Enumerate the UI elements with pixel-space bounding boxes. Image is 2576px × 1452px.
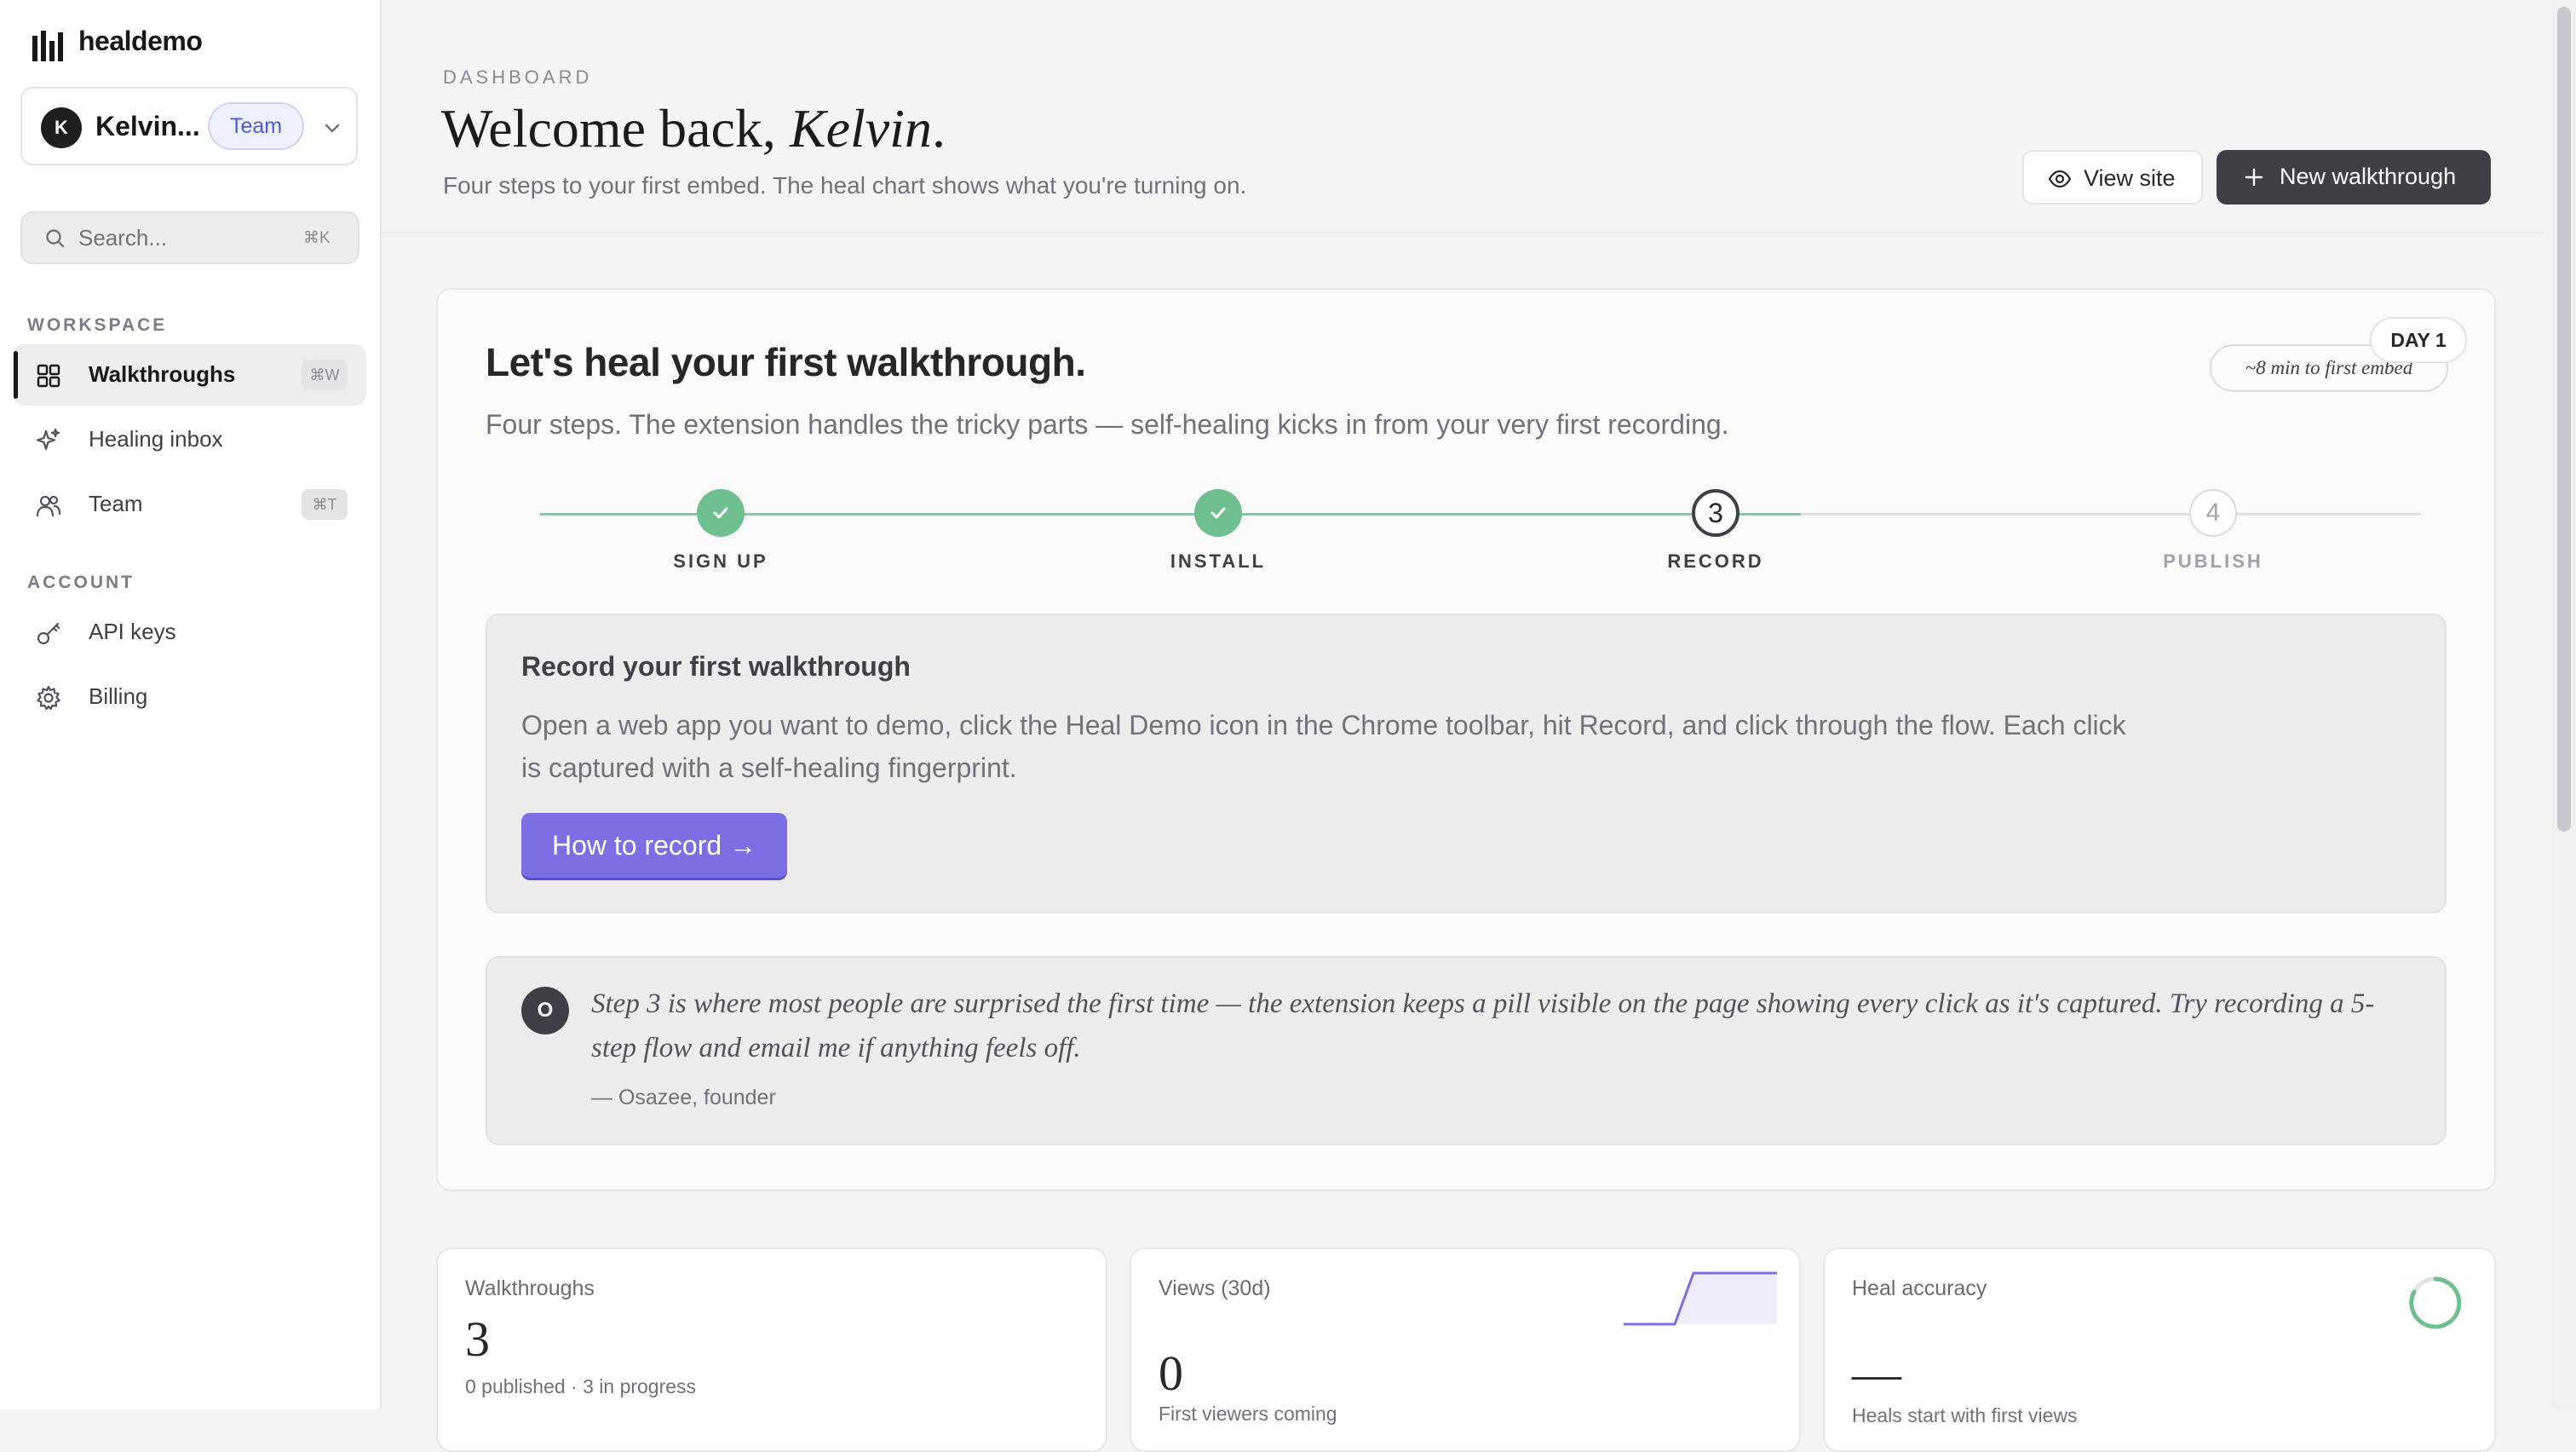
new-walkthrough-button[interactable]: New walkthrough <box>2217 150 2491 205</box>
users-icon <box>36 493 61 518</box>
team-shortcut: ⌘T <box>302 489 348 520</box>
onboarding-subtitle: Four steps. The extension handles the tr… <box>486 409 1729 440</box>
grid-icon <box>36 363 61 389</box>
avatar: K <box>41 107 82 148</box>
step-publish-label: PUBLISH <box>2163 550 2263 572</box>
key-icon <box>36 620 61 646</box>
current-step-title: Record your first walkthrough <box>521 651 911 682</box>
founder-quote-author: — Osazee, founder <box>591 1086 776 1109</box>
founder-note: O Step 3 is where most people are surpri… <box>486 956 2447 1145</box>
breadcrumb: DASHBOARD <box>443 66 593 88</box>
views-sparkline <box>1624 1271 1777 1328</box>
accuracy-ring-icon <box>2407 1275 2464 1331</box>
search-placeholder: Search... <box>78 225 168 251</box>
stat-note: 0 published · 3 in progress <box>465 1375 697 1397</box>
sidebar-item-label: Billing <box>89 683 148 709</box>
plus-icon <box>2244 167 2264 187</box>
onboarding-card: Let's heal your first walkthrough. Four … <box>436 288 2496 1191</box>
sparkle-icon <box>36 428 61 453</box>
sidebar-item-healing-inbox[interactable]: Healing inbox <box>12 409 366 470</box>
title-prefix: Welcome back, <box>441 98 776 158</box>
search-input[interactable]: Search... ⌘K <box>20 211 359 264</box>
walkthroughs-shortcut: ⌘W <box>302 360 348 390</box>
stat-label: Heal accuracy <box>1852 1276 1987 1300</box>
new-walkthrough-label: New walkthrough <box>2280 164 2457 189</box>
workspace-switcher[interactable]: K Kelvin... Team <box>20 87 358 165</box>
step-record-label: RECORD <box>1667 550 1764 572</box>
day-badge: DAY 1 <box>2370 317 2467 363</box>
stat-value: — <box>1852 1345 1901 1401</box>
step-install-label: INSTALL <box>1170 550 1267 572</box>
step-publish-number: 4 <box>2189 489 2237 537</box>
stat-card-heal-accuracy: Heal accuracy — Heals start with first v… <box>1823 1247 2496 1452</box>
search-shortcut: ⌘K <box>303 229 331 247</box>
sidebar-item-label: Healing inbox <box>89 426 223 452</box>
workspace-name: Kelvin... <box>95 111 200 141</box>
scrollbar-thumb[interactable] <box>2557 7 2571 832</box>
stat-card-walkthroughs: Walkthroughs 3 0 published · 3 in progre… <box>436 1247 1107 1452</box>
sidebar-item-label: Walkthroughs <box>89 361 236 387</box>
page-subtitle: Four steps to your first embed. The heal… <box>443 172 1247 199</box>
stat-label: Walkthroughs <box>465 1276 595 1300</box>
sidebar: healdemo K Kelvin... Team Search... ⌘K W… <box>0 0 382 1409</box>
current-step-panel: Record your first walkthrough Open a web… <box>486 614 2447 913</box>
view-site-label: View site <box>2084 165 2176 191</box>
stepper-remaining-line <box>1801 513 2421 516</box>
brand-name: healdemo <box>78 26 203 56</box>
stat-value: 3 <box>465 1311 490 1367</box>
current-step-body: Open a web app you want to demo, click t… <box>521 710 2126 783</box>
stat-value: 0 <box>1159 1345 1183 1401</box>
search-icon <box>44 228 66 250</box>
plan-badge: Team <box>208 102 305 150</box>
stat-note: Heals start with first views <box>1852 1404 2078 1426</box>
stat-label: Views (30d) <box>1159 1276 1271 1300</box>
sidebar-item-label: Team <box>89 491 143 516</box>
eye-icon <box>2048 169 2072 189</box>
view-site-button[interactable]: View site <box>2022 150 2203 205</box>
step-signup-label: SIGN UP <box>673 550 768 572</box>
sidebar-item-label: API keys <box>89 619 176 644</box>
sidebar-item-walkthroughs[interactable]: Walkthroughs ⌘W <box>12 344 366 406</box>
header-divider <box>380 232 2544 233</box>
logo-icon <box>31 29 65 63</box>
avatar: O <box>521 987 569 1034</box>
founder-quote-text: Step 3 is where most people are surprise… <box>591 988 2375 1063</box>
stat-note: First viewers coming <box>1159 1403 1337 1425</box>
sidebar-item-billing[interactable]: Billing <box>12 666 366 728</box>
title-name: Kelvin <box>789 98 932 158</box>
sidebar-item-api-keys[interactable]: API keys <box>12 602 366 663</box>
step-signup-check-icon <box>697 489 745 537</box>
active-indicator <box>14 351 18 399</box>
step-install-check-icon <box>1194 489 1242 537</box>
how-to-record-button[interactable]: How to record → <box>521 813 787 878</box>
onboarding-title: Let's heal your first walkthrough. <box>486 340 1086 384</box>
step-record-number: 3 <box>1692 489 1739 537</box>
workspace-section-label: WORKSPACE <box>27 315 168 335</box>
title-suffix: . <box>931 98 946 158</box>
page-title: Welcome back, Kelvin. <box>441 97 946 160</box>
sidebar-item-team[interactable]: Team ⌘T <box>12 474 366 535</box>
account-section-label: ACCOUNT <box>27 573 135 592</box>
stat-card-views: Views (30d) 0 First viewers coming <box>1130 1247 1801 1452</box>
chevron-down-icon[interactable] <box>320 116 344 140</box>
gear-icon <box>36 685 61 711</box>
